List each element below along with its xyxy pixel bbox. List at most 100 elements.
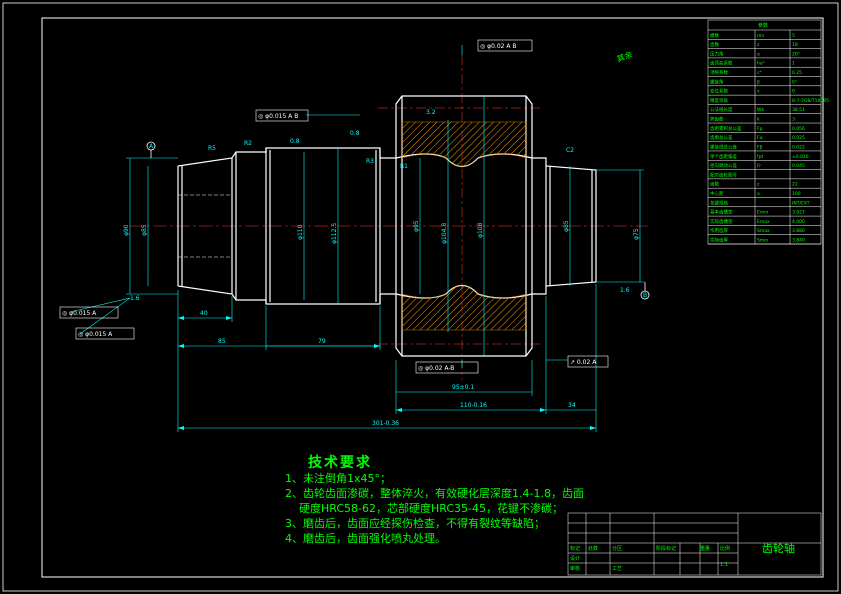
corner-roughness-mark: 其余 [615, 49, 633, 64]
label-len85: 85 [218, 338, 226, 345]
label-r1: R1 [400, 163, 408, 170]
param-cell: 精度等级 [710, 97, 728, 104]
param-cell: Fr [757, 163, 761, 169]
param-cell: INT/EXT [792, 200, 810, 206]
param-cell: 跨齿数 [710, 116, 724, 123]
param-cell: a [757, 192, 760, 197]
param-cell: x [757, 90, 760, 95]
title-block-text: 齿轮轴 1:1 阶段标记 重量 比例 标记 处数 分区 设计 审核 工艺 [570, 541, 795, 572]
param-cell: k [757, 117, 760, 123]
label-ra16: 1.6 [130, 295, 140, 302]
param-cell: 齿距累积总公差 [710, 125, 742, 132]
param-cell: Smin [757, 238, 768, 244]
label-ra32: 3.2 [426, 109, 436, 116]
param-cell: 齿廓总公差 [710, 134, 733, 141]
param-cell: mn [757, 34, 764, 39]
param-cell: ha* [757, 61, 766, 67]
param-cell: 4.000 [792, 219, 805, 225]
note-item-3: 3、磨齿后，齿面应经探伤检查，不得有裂纹等缺陷； [285, 517, 545, 530]
label-dleft2: φ85 [141, 224, 148, 236]
param-cell: Emin [757, 210, 768, 216]
param-cell: 齿顶高系数 [710, 60, 733, 67]
label-ra08a: 0.8 [290, 138, 300, 145]
label-len95: 95±0.1 [452, 384, 474, 391]
param-cell: 实际齿厚 [710, 237, 728, 244]
gdt-left2: ◎ φ0.015 A [78, 331, 113, 338]
label-len110: 110-0.16 [460, 402, 487, 409]
param-cell: 单个齿距偏差 [710, 153, 737, 160]
tb-scale: 1:1 [720, 562, 728, 568]
param-cell: 3.927 [792, 210, 805, 216]
note-item-2-cont: 硬度HRC58-62，芯部硬度HRC35-45，花键不渗碳； [299, 502, 564, 515]
tb-sign-2: 工艺 [612, 566, 622, 572]
param-cell: 0.056 [792, 126, 805, 132]
label-len79: 79 [318, 338, 326, 345]
param-cell: 0° [792, 79, 797, 85]
param-cell: 38.51 [792, 107, 805, 113]
label-d112: φ112.5 [331, 223, 338, 244]
param-cell: 3 [792, 117, 795, 123]
param-cell: 20° [792, 51, 800, 57]
param-cell: 0.022 [792, 144, 805, 150]
gear-section-hatch-bottom [401, 285, 527, 331]
dimension-lines [69, 45, 644, 432]
param-cell: 1 [792, 61, 795, 67]
param-cell: 5 [792, 33, 795, 39]
param-cell: Fp [757, 126, 763, 132]
param-cell: 变位系数 [710, 88, 728, 95]
label-d108: φ108 [477, 222, 484, 238]
notes-title: 技术要求 [308, 455, 372, 471]
gdt-right: ↗ 0.02 A [570, 359, 597, 366]
tb-sign-0: 设计 [570, 555, 580, 562]
param-cell: z [757, 183, 760, 188]
param-cell: 3.880 [792, 228, 805, 234]
param-cell: 花键规格 [710, 199, 728, 206]
parameter-table-text: 参数模数 mn 5 齿数 z 18 压力角 α 20° 齿顶高系数 ha* 1 顶隙系数 c* 0.25 螺旋… [710, 22, 829, 244]
param-cell: 径向跳动公差 [710, 162, 737, 169]
label-ra16b: 1.6 [620, 287, 630, 294]
label-d110: φ110 [297, 224, 304, 240]
note-item-4: 4、磨齿后，齿面强化喷丸处理。 [285, 532, 446, 545]
label-r3: R3 [366, 158, 374, 165]
param-cell: 0.25 [792, 70, 802, 76]
param-cell: 0.045 [792, 163, 805, 169]
param-cell: Emax [757, 219, 770, 225]
param-cell: 顶隙系数 [710, 69, 728, 76]
param-cell: 公法线长度 [710, 106, 733, 113]
label-d95: φ95 [413, 220, 420, 232]
param-cell: 齿数 [710, 181, 719, 188]
param-cell: 22 [792, 182, 798, 188]
tb-row-0: 标记 [570, 545, 580, 552]
label-ra08b: 0.8 [350, 130, 360, 137]
param-cell: Fα [757, 135, 763, 141]
param-cell: 0.025 [792, 135, 805, 141]
label-d85: φ85 [563, 220, 570, 232]
label-len40: 40 [200, 310, 208, 317]
technical-notes: 技术要求 1、未注倒角1x45°； 2、齿轮齿面渗碳，整体淬火，有效硬化层深度1… [285, 456, 585, 546]
label-dright: φ75 [633, 228, 640, 240]
param-cell: ±0.016 [792, 154, 809, 160]
tb-part-name: 齿轮轴 [762, 541, 795, 555]
param-cell: z [757, 43, 760, 48]
param-cell: 8-7-7GB/T10095 [792, 98, 829, 104]
param-cell: 实际齿槽宽 [710, 218, 733, 225]
param-header: 参数 [758, 22, 768, 29]
tb-head-2: 比例 [720, 545, 730, 552]
dimension-text: A B R5 R2 R3 R1 C2 1.6 0.8 0.8 1.6 3.2 4… [123, 109, 647, 427]
param-cell: 0 [792, 89, 795, 95]
note-item-1: 1、未注倒角1x45°； [285, 472, 392, 485]
param-cell: 基本齿槽宽 [710, 209, 733, 216]
param-cell: 中心距 [710, 190, 724, 197]
gdt-top: ◎ φ0.02 A B [480, 43, 517, 50]
note-item-2: 2、齿轮齿面渗碳，整体淬火，有效硬化层深度1.4-1.8，齿面 [285, 487, 584, 500]
tb-row-2: 分区 [612, 545, 622, 552]
label-d104: φ104.8 [441, 223, 448, 244]
tb-sign-1: 审核 [570, 565, 580, 572]
label-c2: C2 [566, 147, 574, 154]
gdt-bottom: ◎ φ0.02 A-B [418, 365, 454, 372]
param-cell: c* [757, 70, 762, 76]
param-cell: α [757, 52, 760, 57]
param-cell: β [757, 79, 760, 85]
label-datum-b: B [643, 292, 647, 299]
label-len34: 34 [568, 402, 576, 409]
